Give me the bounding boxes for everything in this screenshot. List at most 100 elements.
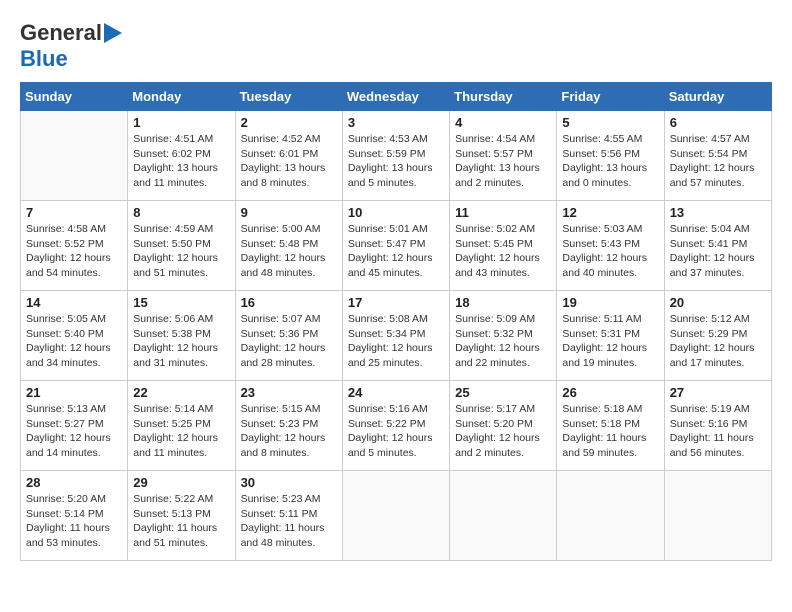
calendar-cell bbox=[664, 471, 771, 561]
day-number: 7 bbox=[26, 205, 122, 220]
calendar-cell: 22 Sunrise: 5:14 AM Sunset: 5:25 PM Dayli… bbox=[128, 381, 235, 471]
calendar-cell: 20Sunrise: 5:12 AM Sunset: 5:29 PM Dayli… bbox=[664, 291, 771, 381]
day-info: Sunrise: 5:02 AM Sunset: 5:45 PM Dayligh… bbox=[455, 222, 551, 281]
logo-blue: Blue bbox=[20, 46, 68, 72]
logo-general: General bbox=[20, 20, 102, 46]
calendar-cell: 28Sunrise: 5:20 AM Sunset: 5:14 PM Dayli… bbox=[21, 471, 128, 561]
day-number: 17 bbox=[348, 295, 444, 310]
calendar-cell: 30 Sunrise: 5:23 AM Sunset: 5:11 PM Dayli… bbox=[235, 471, 342, 561]
day-number: 11 bbox=[455, 205, 551, 220]
day-number: 13 bbox=[670, 205, 766, 220]
day-number: 23 bbox=[241, 385, 337, 400]
weekday-thursday: Thursday bbox=[450, 83, 557, 111]
page-header: General Blue bbox=[20, 20, 772, 72]
day-info: Sunrise: 5:22 AM Sunset: 5:13 PM Dayligh… bbox=[133, 492, 229, 551]
day-info: Sunrise: 5:14 AM Sunset: 5:25 PM Dayligh… bbox=[133, 402, 229, 461]
calendar-header: SundayMondayTuesdayWednesdayThursdayFrid… bbox=[21, 83, 772, 111]
day-info: Sunrise: 5:11 AM Sunset: 5:31 PM Dayligh… bbox=[562, 312, 658, 371]
day-number: 30 bbox=[241, 475, 337, 490]
calendar-cell: 5 Sunrise: 4:55 AM Sunset: 5:56 PM Daylig… bbox=[557, 111, 664, 201]
calendar-cell: 14 Sunrise: 5:05 AM Sunset: 5:40 PM Dayli… bbox=[21, 291, 128, 381]
calendar-cell: 19 Sunrise: 5:11 AM Sunset: 5:31 PM Dayli… bbox=[557, 291, 664, 381]
calendar-cell: 9 Sunrise: 5:00 AM Sunset: 5:48 PM Daylig… bbox=[235, 201, 342, 291]
calendar-cell: 12 Sunrise: 5:03 AM Sunset: 5:43 PM Dayli… bbox=[557, 201, 664, 291]
calendar-cell: 10Sunrise: 5:01 AM Sunset: 5:47 PM Dayli… bbox=[342, 201, 449, 291]
day-number: 22 bbox=[133, 385, 229, 400]
day-number: 2 bbox=[241, 115, 337, 130]
day-info: Sunrise: 5:00 AM Sunset: 5:48 PM Dayligh… bbox=[241, 222, 337, 281]
day-number: 4 bbox=[455, 115, 551, 130]
calendar-cell: 21Sunrise: 5:13 AM Sunset: 5:27 PM Dayli… bbox=[21, 381, 128, 471]
day-number: 27 bbox=[670, 385, 766, 400]
day-info: Sunrise: 5:15 AM Sunset: 5:23 PM Dayligh… bbox=[241, 402, 337, 461]
calendar-cell: 18 Sunrise: 5:09 AM Sunset: 5:32 PM Dayli… bbox=[450, 291, 557, 381]
day-number: 20 bbox=[670, 295, 766, 310]
calendar-cell: 1 Sunrise: 4:51 AM Sunset: 6:02 PM Daylig… bbox=[128, 111, 235, 201]
day-number: 18 bbox=[455, 295, 551, 310]
day-info: Sunrise: 5:04 AM Sunset: 5:41 PM Dayligh… bbox=[670, 222, 766, 281]
calendar-body: 1 Sunrise: 4:51 AM Sunset: 6:02 PM Daylig… bbox=[21, 111, 772, 561]
day-number: 16 bbox=[241, 295, 337, 310]
weekday-friday: Friday bbox=[557, 83, 664, 111]
calendar-cell: 17 Sunrise: 5:08 AM Sunset: 5:34 PM Dayli… bbox=[342, 291, 449, 381]
day-number: 21 bbox=[26, 385, 122, 400]
calendar-cell: 15 Sunrise: 5:06 AM Sunset: 5:38 PM Dayli… bbox=[128, 291, 235, 381]
day-number: 12 bbox=[562, 205, 658, 220]
day-info: Sunrise: 4:53 AM Sunset: 5:59 PM Dayligh… bbox=[348, 132, 444, 191]
day-number: 15 bbox=[133, 295, 229, 310]
day-number: 8 bbox=[133, 205, 229, 220]
calendar-cell: 25 Sunrise: 5:17 AM Sunset: 5:20 PM Dayli… bbox=[450, 381, 557, 471]
day-number: 5 bbox=[562, 115, 658, 130]
calendar-cell bbox=[21, 111, 128, 201]
calendar-cell: 6 Sunrise: 4:57 AM Sunset: 5:54 PM Daylig… bbox=[664, 111, 771, 201]
day-info: Sunrise: 5:18 AM Sunset: 5:18 PM Dayligh… bbox=[562, 402, 658, 461]
day-info: Sunrise: 4:57 AM Sunset: 5:54 PM Dayligh… bbox=[670, 132, 766, 191]
weekday-sunday: Sunday bbox=[21, 83, 128, 111]
calendar-cell: 7 Sunrise: 4:58 AM Sunset: 5:52 PM Daylig… bbox=[21, 201, 128, 291]
weekday-monday: Monday bbox=[128, 83, 235, 111]
calendar-cell: 23 Sunrise: 5:15 AM Sunset: 5:23 PM Dayli… bbox=[235, 381, 342, 471]
calendar-week-3: 14 Sunrise: 5:05 AM Sunset: 5:40 PM Dayli… bbox=[21, 291, 772, 381]
day-info: Sunrise: 4:52 AM Sunset: 6:01 PM Dayligh… bbox=[241, 132, 337, 191]
weekday-saturday: Saturday bbox=[664, 83, 771, 111]
calendar-cell: 2 Sunrise: 4:52 AM Sunset: 6:01 PM Daylig… bbox=[235, 111, 342, 201]
day-number: 28 bbox=[26, 475, 122, 490]
day-info: Sunrise: 5:09 AM Sunset: 5:32 PM Dayligh… bbox=[455, 312, 551, 371]
calendar-cell bbox=[557, 471, 664, 561]
calendar-cell bbox=[450, 471, 557, 561]
day-number: 29 bbox=[133, 475, 229, 490]
day-number: 25 bbox=[455, 385, 551, 400]
day-info: Sunrise: 5:06 AM Sunset: 5:38 PM Dayligh… bbox=[133, 312, 229, 371]
calendar-cell: 26 Sunrise: 5:18 AM Sunset: 5:18 PM Dayli… bbox=[557, 381, 664, 471]
day-info: Sunrise: 5:19 AM Sunset: 5:16 PM Dayligh… bbox=[670, 402, 766, 461]
calendar-table: SundayMondayTuesdayWednesdayThursdayFrid… bbox=[20, 82, 772, 561]
day-number: 26 bbox=[562, 385, 658, 400]
calendar-week-4: 21Sunrise: 5:13 AM Sunset: 5:27 PM Dayli… bbox=[21, 381, 772, 471]
day-number: 19 bbox=[562, 295, 658, 310]
calendar-cell: 24 Sunrise: 5:16 AM Sunset: 5:22 PM Dayli… bbox=[342, 381, 449, 471]
day-info: Sunrise: 5:03 AM Sunset: 5:43 PM Dayligh… bbox=[562, 222, 658, 281]
calendar-cell: 27 Sunrise: 5:19 AM Sunset: 5:16 PM Dayli… bbox=[664, 381, 771, 471]
calendar-cell: 4 Sunrise: 4:54 AM Sunset: 5:57 PM Daylig… bbox=[450, 111, 557, 201]
day-info: Sunrise: 4:58 AM Sunset: 5:52 PM Dayligh… bbox=[26, 222, 122, 281]
calendar-cell: 3Sunrise: 4:53 AM Sunset: 5:59 PM Daylig… bbox=[342, 111, 449, 201]
day-number: 14 bbox=[26, 295, 122, 310]
calendar-week-5: 28Sunrise: 5:20 AM Sunset: 5:14 PM Dayli… bbox=[21, 471, 772, 561]
day-info: Sunrise: 4:54 AM Sunset: 5:57 PM Dayligh… bbox=[455, 132, 551, 191]
day-info: Sunrise: 5:16 AM Sunset: 5:22 PM Dayligh… bbox=[348, 402, 444, 461]
day-info: Sunrise: 5:08 AM Sunset: 5:34 PM Dayligh… bbox=[348, 312, 444, 371]
day-info: Sunrise: 4:55 AM Sunset: 5:56 PM Dayligh… bbox=[562, 132, 658, 191]
weekday-tuesday: Tuesday bbox=[235, 83, 342, 111]
day-info: Sunrise: 5:05 AM Sunset: 5:40 PM Dayligh… bbox=[26, 312, 122, 371]
day-number: 24 bbox=[348, 385, 444, 400]
day-number: 6 bbox=[670, 115, 766, 130]
day-info: Sunrise: 4:51 AM Sunset: 6:02 PM Dayligh… bbox=[133, 132, 229, 191]
logo: General Blue bbox=[20, 20, 122, 72]
day-info: Sunrise: 5:17 AM Sunset: 5:20 PM Dayligh… bbox=[455, 402, 551, 461]
day-number: 9 bbox=[241, 205, 337, 220]
calendar-week-2: 7 Sunrise: 4:58 AM Sunset: 5:52 PM Daylig… bbox=[21, 201, 772, 291]
calendar-cell: 16Sunrise: 5:07 AM Sunset: 5:36 PM Dayli… bbox=[235, 291, 342, 381]
day-info: Sunrise: 5:01 AM Sunset: 5:47 PM Dayligh… bbox=[348, 222, 444, 281]
day-info: Sunrise: 5:23 AM Sunset: 5:11 PM Dayligh… bbox=[241, 492, 337, 551]
day-number: 1 bbox=[133, 115, 229, 130]
